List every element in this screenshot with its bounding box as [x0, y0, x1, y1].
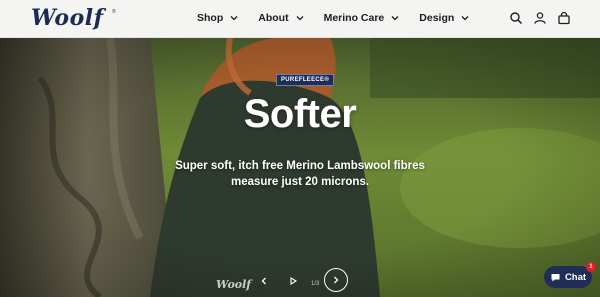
cart-icon[interactable]	[557, 11, 571, 25]
chat-label: Chat	[564, 271, 587, 283]
nav-item-label: Shop	[197, 12, 224, 24]
chevron-down-icon	[391, 16, 399, 21]
chevron-right-icon	[334, 276, 339, 284]
hero-headline: Softer	[243, 92, 357, 136]
brand-logo[interactable]: Woolf	[31, 5, 104, 31]
site-header: Woolf ® Shop About Merino Care Design	[0, 0, 600, 38]
nav-item-merino-care[interactable]: Merino Care	[324, 12, 401, 24]
hero-subtext: Super soft, itch free Merino Lambswool f…	[150, 158, 450, 190]
nav-item-design[interactable]: Design	[419, 12, 470, 24]
nav-item-shop[interactable]: Shop	[197, 12, 239, 24]
nav-item-label: About	[258, 12, 289, 24]
play-icon[interactable]	[288, 276, 298, 286]
next-slide-button[interactable]	[324, 268, 348, 292]
chevron-down-icon	[296, 16, 304, 21]
hero-watermark-logo: Woolf	[216, 278, 252, 291]
main-nav: Shop About Merino Care Design	[197, 12, 489, 24]
account-icon[interactable]	[533, 11, 547, 25]
chat-button[interactable]: Chat	[544, 266, 592, 288]
slide-counter: 1/3	[311, 281, 320, 287]
nav-item-label: Merino Care	[323, 12, 385, 24]
logo-registered-mark: ®	[112, 9, 116, 15]
chat-notification-badge: 1	[586, 262, 596, 272]
hero-banner: PUREFLEECE® Softer Super soft, itch free…	[0, 38, 600, 297]
nav-item-about[interactable]: About	[258, 12, 304, 24]
hero-subtext-line: measure just 20 microns.	[230, 176, 370, 188]
previous-slide-icon[interactable]	[259, 276, 269, 286]
hero-subtext-line: Super soft, itch free Merino Lambswool f…	[175, 160, 425, 172]
nav-item-label: Design	[419, 12, 455, 24]
chevron-down-icon	[230, 16, 238, 21]
product-badge: PUREFLEECE®	[276, 74, 335, 86]
chevron-down-icon	[461, 16, 469, 21]
chat-bubble-icon	[551, 273, 560, 281]
search-icon[interactable]	[509, 11, 523, 25]
